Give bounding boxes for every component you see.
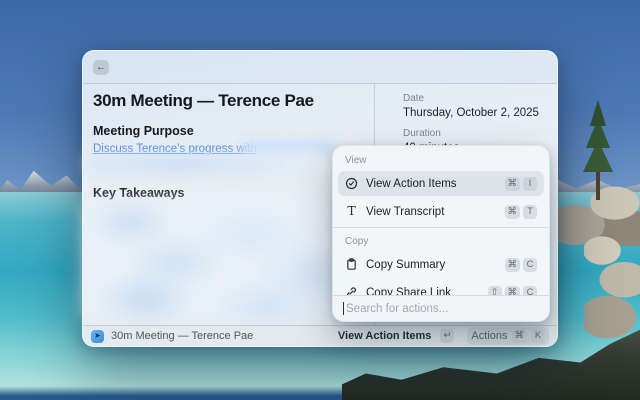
duration-label: Duration — [403, 128, 441, 139]
menu-item-view-transcript[interactable]: T View Transcript ⌘ T — [338, 199, 544, 224]
redacted-text-blur — [241, 139, 336, 155]
wallpaper-tree-trunk — [596, 168, 600, 200]
text-caret — [343, 302, 344, 315]
cmd-key-icon: ⌘ — [504, 176, 520, 191]
wallpaper-boulders — [584, 236, 640, 340]
window-header: ← — [83, 51, 557, 84]
key-takeaways-heading: Key Takeaways — [93, 186, 185, 200]
wallpaper-pine-tree — [590, 100, 606, 126]
cmd-key-icon: ⌘ — [504, 257, 520, 272]
page-title: 30m Meeting — Terence Pae — [93, 91, 314, 110]
palette-search-bar — [333, 295, 549, 321]
meeting-purpose-heading: Meeting Purpose — [93, 124, 194, 138]
menu-item-view-action-items[interactable]: View Action Items ⌘ I — [338, 171, 544, 196]
date-value: Thursday, October 2, 2025 — [403, 107, 539, 119]
return-key-icon: ↵ — [440, 329, 455, 343]
palette-section-copy: Copy — [345, 236, 369, 247]
date-label: Date — [403, 93, 425, 104]
redacted-text-blur — [87, 154, 319, 174]
cmd-key-icon: ⌘ — [504, 204, 520, 219]
palette-section-view: View — [345, 155, 367, 166]
statusbar-meeting-title: 30m Meeting — Terence Pae — [111, 330, 254, 342]
cmd-key-icon: ⌘ — [511, 329, 527, 343]
actions-label: Actions — [471, 330, 508, 342]
transcript-icon: T — [347, 203, 356, 219]
menu-item-copy-summary[interactable]: Copy Summary ⌘ C — [338, 252, 544, 277]
search-input[interactable] — [346, 302, 539, 315]
k-key-icon: K — [531, 329, 545, 343]
back-button[interactable]: ← — [93, 60, 109, 75]
actions-button[interactable]: Actions ⌘ K — [467, 327, 549, 345]
t-key-icon: T — [523, 204, 537, 219]
i-key-icon: I — [523, 176, 537, 191]
back-arrow-icon: ← — [96, 62, 106, 73]
primary-action-label[interactable]: View Action Items — [338, 330, 432, 342]
c-key-icon: C — [523, 257, 537, 272]
clipboard-icon — [345, 258, 358, 271]
command-palette: View View Action Items ⌘ I T View Transc… — [332, 145, 550, 322]
plane-glyph-icon: ➤ — [94, 331, 101, 340]
check-circle-icon — [345, 177, 358, 190]
app-logo-icon: ➤ — [91, 329, 104, 343]
status-bar: ➤ 30m Meeting — Terence Pae View Action … — [83, 325, 557, 346]
